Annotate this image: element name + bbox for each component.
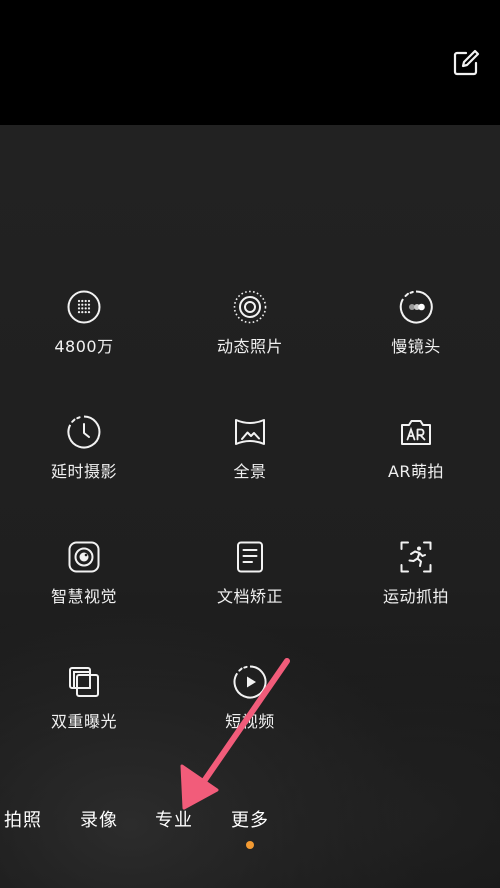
double-exposure-icon xyxy=(69,667,99,697)
mode-label: 智慧视觉 xyxy=(50,587,117,606)
live-photo-icon xyxy=(233,290,267,324)
mode-label: 双重曝光 xyxy=(50,712,117,731)
ar-camera-icon xyxy=(401,420,431,445)
mode-slow-motion[interactable]: 慢镜头 xyxy=(351,290,481,390)
mode-label: 慢镜头 xyxy=(391,337,441,356)
mode-label: 运动抓拍 xyxy=(382,587,449,606)
more-modes-panel: 4800万 动态照片 慢镜头 延时摄影 全景 AR萌拍 智慧视觉 文档矫正 运动… xyxy=(0,125,500,888)
grid-48mp-icon xyxy=(67,290,101,324)
mode-label: 全景 xyxy=(233,462,267,481)
tab-more[interactable]: 更多 xyxy=(231,806,269,832)
mode-document[interactable]: 文档矫正 xyxy=(185,540,315,640)
smart-vision-icon xyxy=(68,541,100,573)
mode-panorama[interactable]: 全景 xyxy=(185,415,315,515)
mode-label: 动态照片 xyxy=(216,337,283,356)
short-video-icon xyxy=(233,665,267,699)
mode-sport-capture[interactable]: 运动抓拍 xyxy=(351,540,481,640)
mode-label: 文档矫正 xyxy=(216,587,283,606)
mode-4800w[interactable]: 4800万 xyxy=(19,290,149,390)
timelapse-icon xyxy=(67,415,101,449)
mode-ar-camera[interactable]: AR萌拍 xyxy=(351,415,481,515)
mode-short-video[interactable]: 短视频 xyxy=(185,665,315,765)
mode-double-exposure[interactable]: 双重曝光 xyxy=(19,665,149,765)
tab-video[interactable]: 录像 xyxy=(80,806,118,832)
panorama-icon xyxy=(235,419,265,445)
mode-label: AR萌拍 xyxy=(387,462,445,481)
tab-pro[interactable]: 专业 xyxy=(155,806,193,832)
top-bar xyxy=(0,0,500,125)
mode-live-photo[interactable]: 动态照片 xyxy=(185,290,315,390)
document-icon xyxy=(237,541,263,573)
mode-label: 短视频 xyxy=(225,712,275,731)
active-tab-indicator xyxy=(246,841,254,849)
sport-capture-icon xyxy=(400,541,432,573)
tab-photo[interactable]: 拍照 xyxy=(4,806,42,832)
mode-label: 4800万 xyxy=(54,337,114,356)
slow-motion-icon xyxy=(399,290,433,324)
edit-icon[interactable] xyxy=(452,49,480,77)
mode-label: 延时摄影 xyxy=(50,462,117,481)
mode-timelapse[interactable]: 延时摄影 xyxy=(19,415,149,515)
mode-tab-bar: 拍照 录像 专业 更多 xyxy=(0,800,500,840)
mode-smart-vision[interactable]: 智慧视觉 xyxy=(19,540,149,640)
